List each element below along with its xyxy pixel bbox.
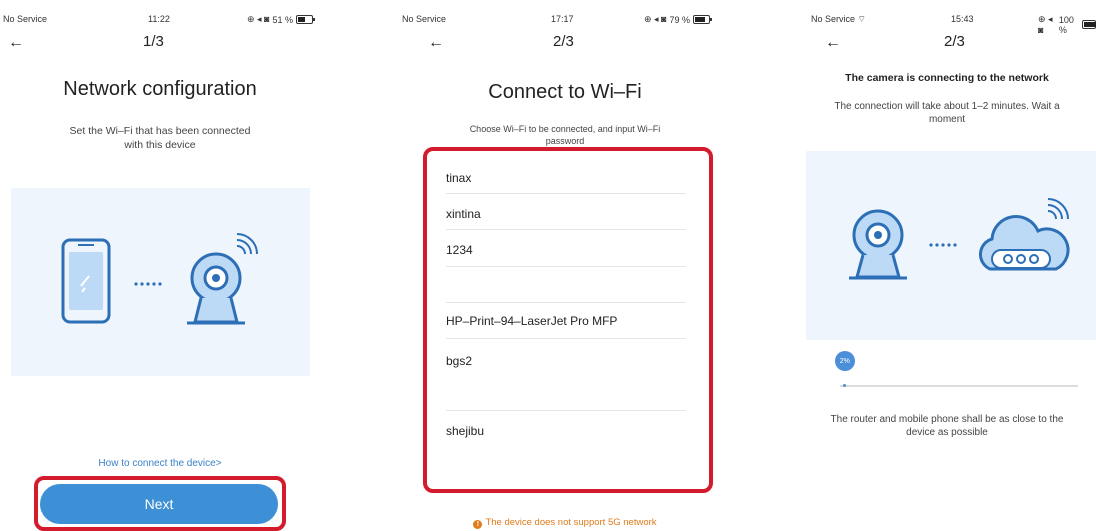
page-title: The camera is connecting to the network <box>845 72 1049 84</box>
back-button[interactable]: ← <box>428 34 444 52</box>
pairing-illustration <box>11 188 310 376</box>
next-button[interactable]: Next <box>40 484 278 524</box>
screen-camera-connecting: No Service ⌔ 15:43 ⊕ ◂ ◙ 100 % ← 2/3 The… <box>798 0 1096 531</box>
divider <box>446 410 686 411</box>
screen-network-configuration: No Service 11:22 ⊕ ◂ ◙ 51 % ← 1/3 Networ… <box>0 0 320 531</box>
status-bar: No Service 17:17 ⊕ ◂ ◙ 79 % <box>400 14 730 28</box>
divider <box>446 302 686 303</box>
page-title: Network configuration <box>63 78 257 100</box>
clock: 17:17 <box>551 14 574 24</box>
page-subtitle: Set the Wi–Fi that has been connected wi… <box>69 125 251 151</box>
wifi-item-hp-print[interactable]: HP–Print–94–LaserJet Pro MFP <box>446 314 617 328</box>
step-indicator: 2/3 <box>553 33 574 50</box>
divider <box>446 193 686 194</box>
camera-icon <box>849 209 907 280</box>
back-button[interactable]: ← <box>825 34 841 52</box>
placement-tip: The router and mobile phone shall be as … <box>830 414 1064 438</box>
progress-track <box>840 385 1078 387</box>
battery-percent: 100 % <box>1058 14 1074 35</box>
carrier-label: No Service ⌔ <box>811 14 866 24</box>
back-button[interactable]: ← <box>8 34 24 52</box>
status-icons: ⊕ ◂ ◙ <box>247 14 270 24</box>
wifi-signal-icon: ⌔ <box>857 14 866 24</box>
divider <box>446 229 686 230</box>
dotted-connector-icon <box>134 282 162 286</box>
wifi-item-bgs2[interactable]: bgs2 <box>446 354 472 368</box>
status-bar: No Service 11:22 ⊕ ◂ ◙ 51 % <box>0 14 320 28</box>
carrier-label: No Service <box>3 14 48 24</box>
camera-icon <box>187 233 258 325</box>
wifi-item-shejibu[interactable]: shejibu <box>446 424 484 438</box>
warning-icon: ! <box>473 520 483 529</box>
page-subtitle: Choose Wi–Fi to be connected, and input … <box>469 124 661 146</box>
step-indicator: 2/3 <box>944 33 965 50</box>
wifi-item-tinax[interactable]: tinax <box>446 171 471 185</box>
clock: 15:43 <box>951 14 974 24</box>
progress-percent-badge: 2% <box>834 351 855 371</box>
carrier-label: No Service <box>402 14 447 24</box>
phone-icon <box>61 238 111 324</box>
status-icons: ⊕ ◂ ◙ <box>1038 14 1053 35</box>
cloud-icon <box>979 198 1070 271</box>
wifi-item-xintina[interactable]: xintina <box>446 207 481 221</box>
divider <box>446 338 686 339</box>
battery-icon <box>693 15 713 24</box>
arrow-left-icon: ← <box>8 34 24 51</box>
page-subtitle: The connection will take about 1–2 minut… <box>834 101 1060 125</box>
battery-icon <box>296 15 316 24</box>
connecting-illustration <box>806 151 1096 340</box>
wifi-item-1234[interactable]: 1234 <box>446 243 473 257</box>
battery-percent: 51 % <box>272 14 294 25</box>
step-indicator: 1/3 <box>143 33 164 50</box>
page-title: Connect to Wi–Fi <box>488 81 642 103</box>
how-to-connect-link[interactable]: How to connect the device> <box>0 458 320 469</box>
5g-warning: ! The device does not support 5G network <box>400 517 730 529</box>
dotted-connector-icon <box>929 243 957 247</box>
status-bar: No Service ⌔ 15:43 ⊕ ◂ ◙ 100 % <box>798 14 1096 35</box>
screen-connect-to-wifi: No Service 17:17 ⊕ ◂ ◙ 79 % ← 2/3 Connec… <box>400 0 730 531</box>
status-icons: ⊕ ◂ ◙ <box>644 14 667 24</box>
arrow-left-icon: ← <box>428 34 444 51</box>
battery-icon <box>1082 20 1096 29</box>
arrow-left-icon: ← <box>825 34 841 51</box>
divider <box>446 266 686 267</box>
clock: 11:22 <box>148 14 170 24</box>
battery-percent: 79 % <box>669 14 691 25</box>
